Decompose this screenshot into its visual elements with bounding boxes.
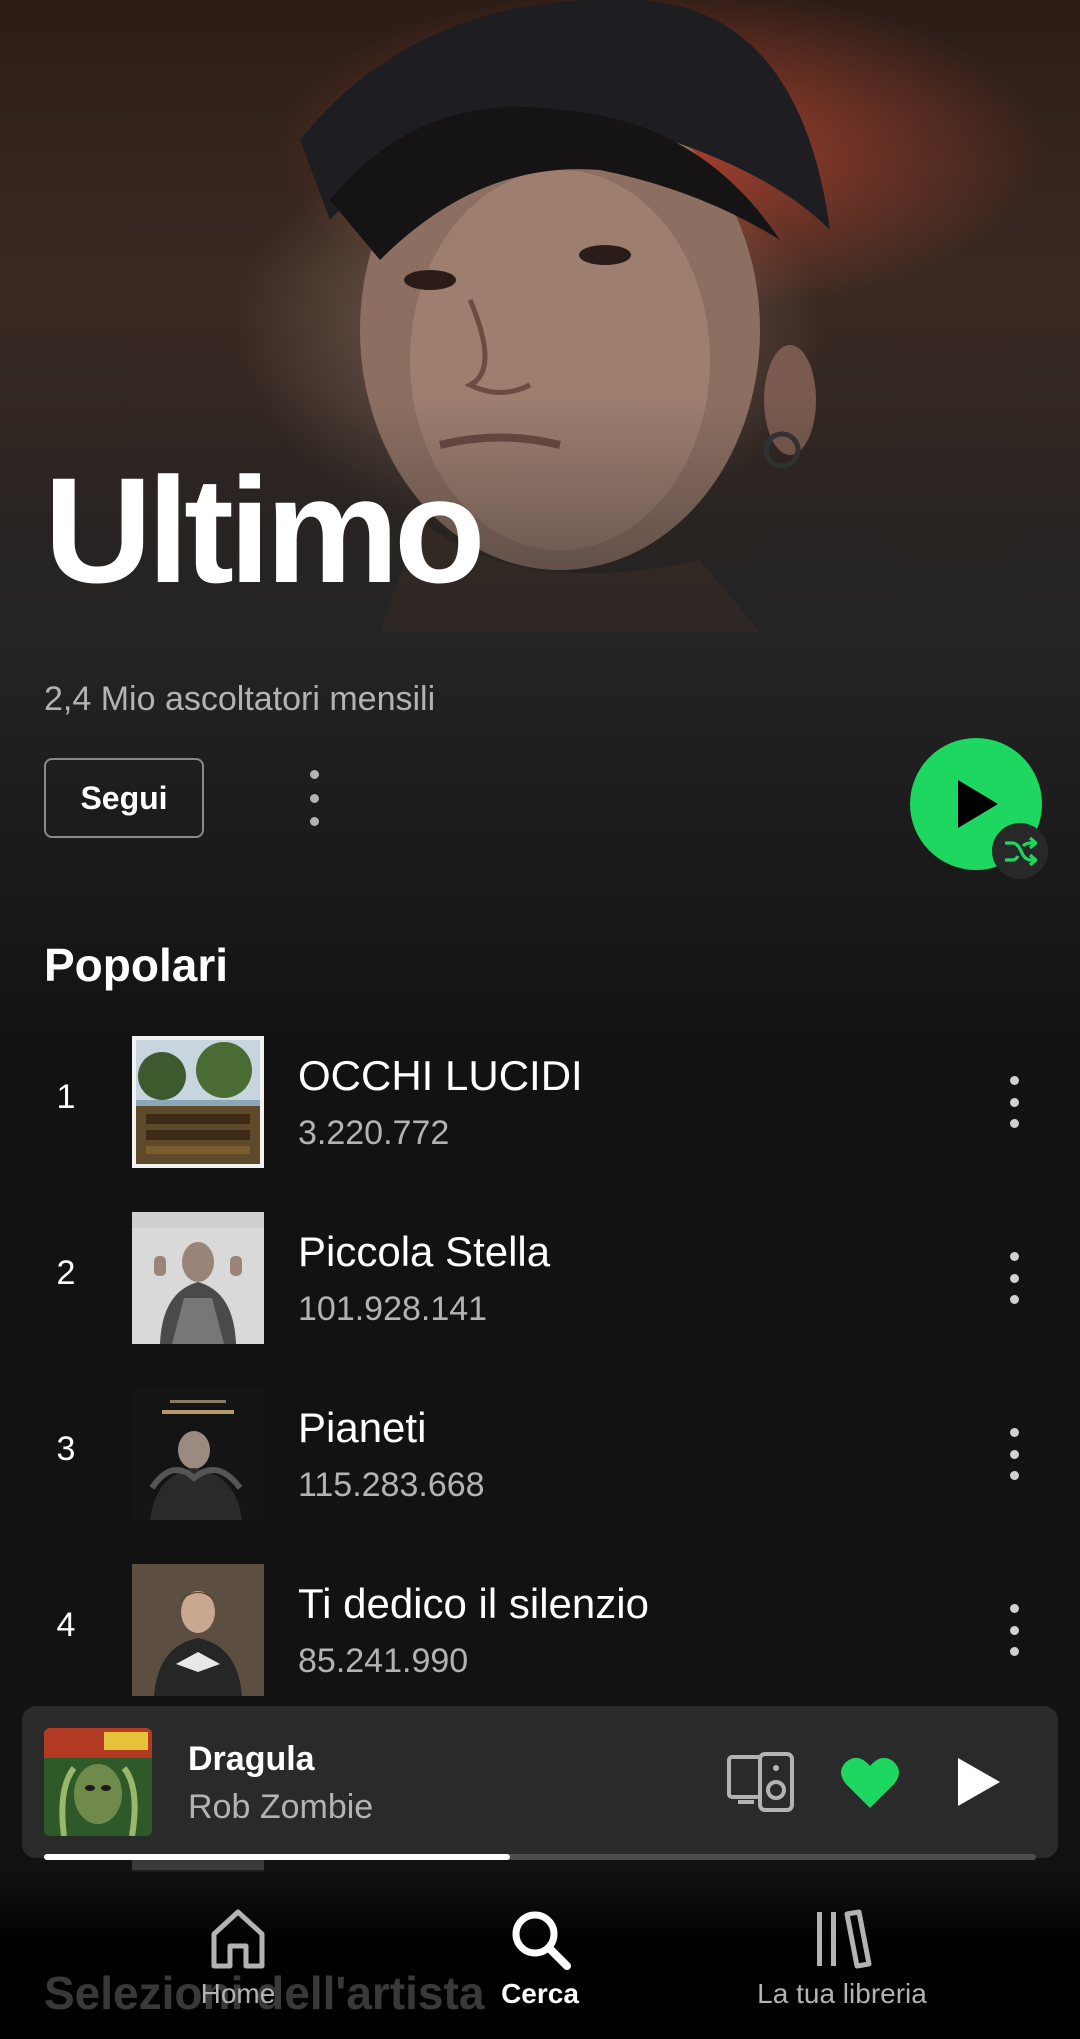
track-title: Ti dedico il silenzio: [298, 1580, 649, 1627]
monthly-listeners: 2,4 Mio ascoltatori mensili: [44, 680, 436, 718]
nav-library-label: La tua libreria: [757, 1978, 927, 2009]
artist-hero: Ultimo: [0, 0, 1080, 632]
track-cover: [132, 1212, 264, 1344]
track-rank: 1: [56, 1078, 76, 1116]
play-icon: [958, 780, 998, 828]
track-row[interactable]: 4 Ti dedico il silenzio 85.241.990: [0, 1564, 1080, 1696]
track-plays: 3.220.772: [298, 1114, 450, 1152]
connect-device-icon[interactable]: [726, 1752, 796, 1812]
nav-search-label: Cerca: [501, 1978, 579, 2009]
now-playing-cover: [44, 1728, 152, 1836]
now-playing-artist: Rob Zombie: [188, 1788, 374, 1826]
shuffle-button[interactable]: [992, 823, 1048, 879]
track-more-options-icon[interactable]: [1008, 1252, 1020, 1304]
bottom-navigation: Home Cerca La tua libreria: [0, 1890, 1080, 2039]
mini-play-icon[interactable]: [954, 1754, 1004, 1810]
track-plays: 85.241.990: [298, 1642, 469, 1680]
nav-search[interactable]: Cerca: [390, 1908, 690, 2010]
track-row[interactable]: 1 OCCHI LUCIDI 3.220.772: [0, 1036, 1080, 1168]
track-more-options-icon[interactable]: [1008, 1604, 1020, 1656]
track-cover: [132, 1036, 264, 1168]
track-title: Pianeti: [298, 1404, 427, 1451]
track-rank: 2: [56, 1254, 76, 1292]
track-rank: 3: [56, 1430, 76, 1468]
now-playing-title: Dragula: [188, 1740, 315, 1778]
track-more-options-icon[interactable]: [1008, 1076, 1020, 1128]
search-icon: [512, 1911, 571, 1970]
playback-progress: [44, 1854, 1036, 1860]
track-row[interactable]: 2 Piccola Stella 101.928.141: [0, 1212, 1080, 1344]
library-icon: [817, 1909, 872, 1969]
follow-button[interactable]: Segui: [44, 758, 204, 838]
artist-name: Ultimo: [44, 446, 486, 614]
nav-home[interactable]: Home: [88, 1908, 388, 2010]
liked-heart-icon[interactable]: [840, 1754, 900, 1810]
nav-home-label: Home: [200, 1978, 276, 2009]
artist-more-options-icon[interactable]: [308, 770, 320, 826]
track-cover: [132, 1564, 264, 1696]
home-icon: [211, 1909, 265, 1969]
track-cover: [132, 1388, 264, 1520]
shuffle-icon: [1005, 836, 1037, 866]
popular-section-title: Popolari: [44, 939, 229, 991]
track-rank: 4: [56, 1606, 76, 1644]
playback-progress-fill: [44, 1854, 511, 1860]
track-row[interactable]: 3 Pianeti 115.283.668: [0, 1388, 1080, 1520]
track-plays: 115.283.668: [298, 1466, 485, 1504]
track-plays: 101.928.141: [298, 1290, 488, 1328]
mini-player[interactable]: Dragula Rob Zombie: [22, 1706, 1058, 1860]
track-title: Piccola Stella: [298, 1228, 551, 1275]
nav-library[interactable]: La tua libreria: [692, 1908, 992, 2010]
track-more-options-icon[interactable]: [1008, 1428, 1020, 1480]
track-title: OCCHI LUCIDI: [298, 1052, 583, 1099]
